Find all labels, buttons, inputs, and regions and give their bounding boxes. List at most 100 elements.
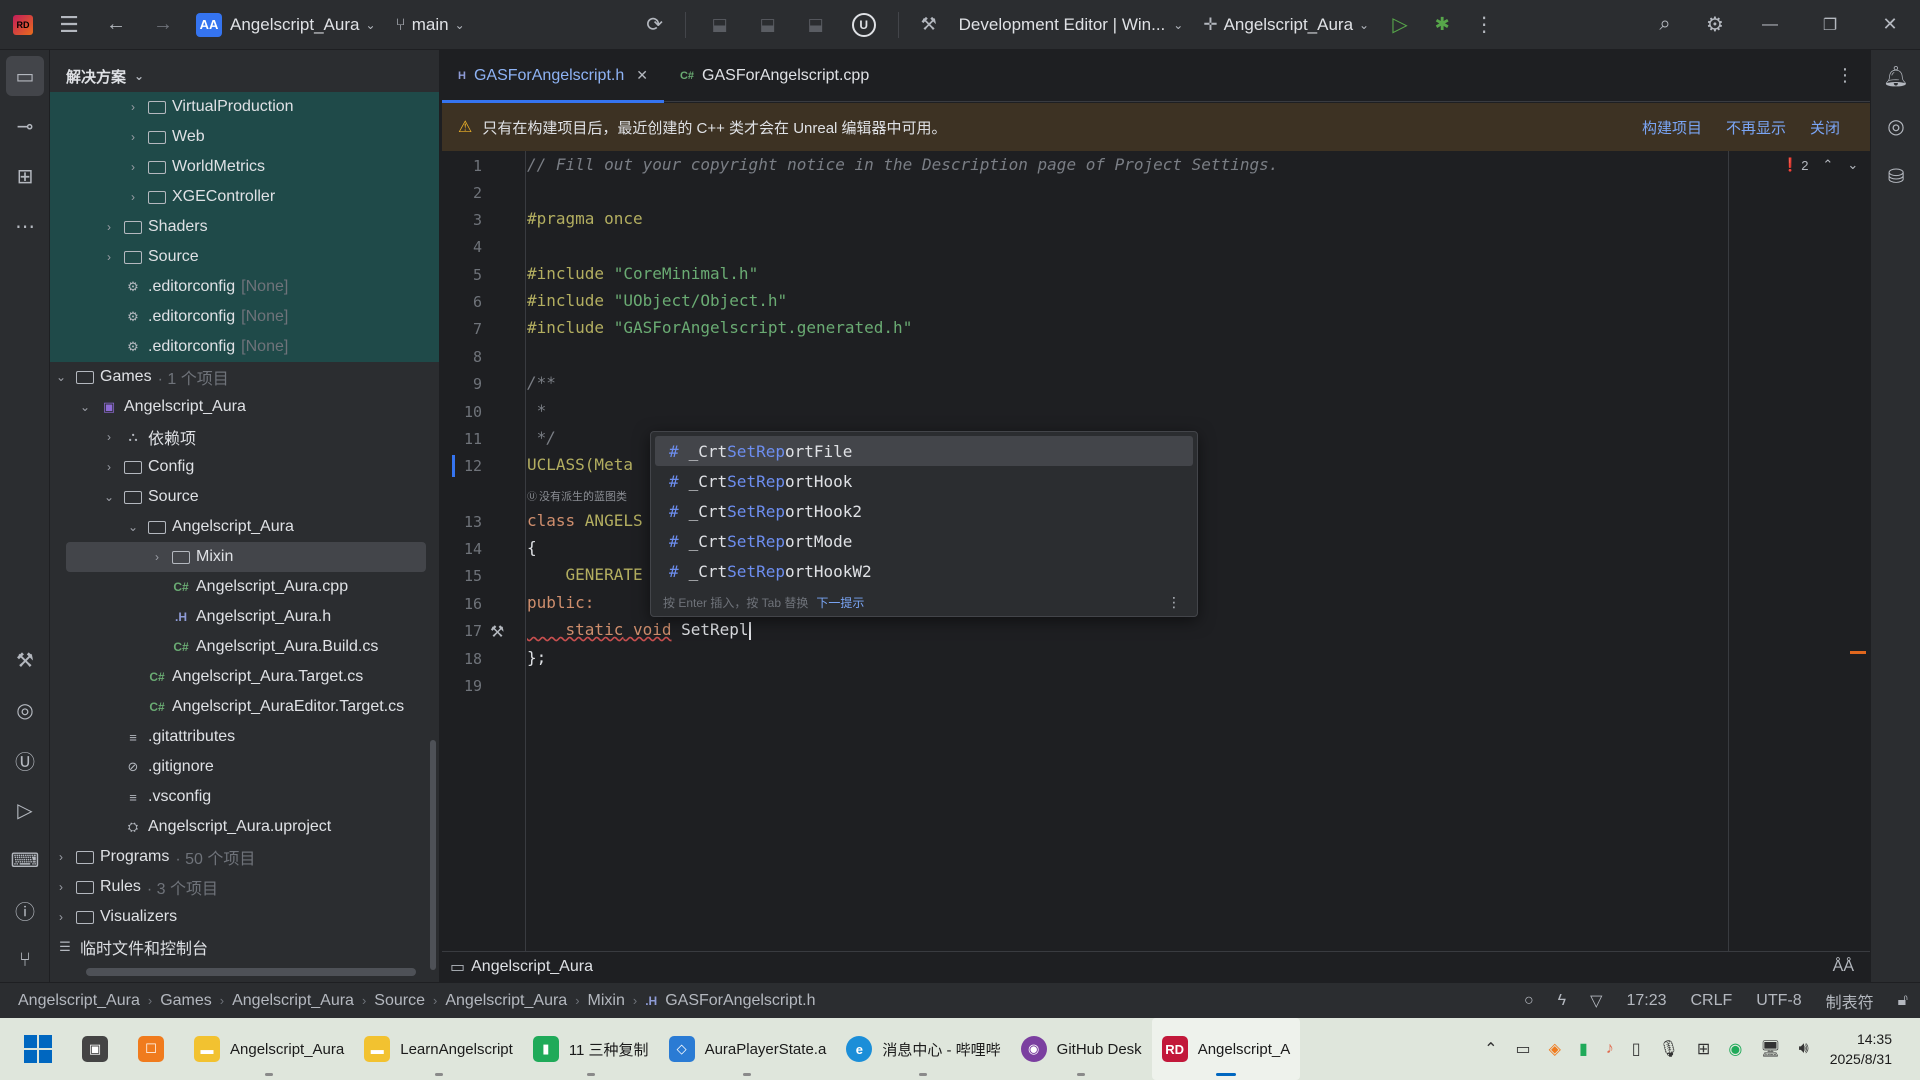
tray-app-icon[interactable]: ⊞ — [1697, 1039, 1710, 1059]
tree-item[interactable]: ⊘ .gitignore — [50, 752, 439, 782]
horizontal-scrollbar[interactable] — [86, 968, 416, 976]
folder-icon[interactable]: ▭ — [6, 56, 44, 96]
tree-item[interactable]: C# Angelscript_AuraEditor.Target.cs — [50, 692, 439, 722]
terminal-icon[interactable]: ⌨ — [0, 840, 50, 880]
run-tool-icon[interactable]: ▷ — [0, 790, 50, 830]
taskbar-app[interactable]: ▮ 11 三种复制 — [523, 1018, 659, 1080]
filter-icon[interactable]: ▽ — [1590, 991, 1602, 1011]
structure-icon[interactable]: ⊞ — [0, 156, 50, 196]
breadcrumb-item[interactable]: Angelscript_Aura — [18, 992, 140, 1010]
build-tool-icon[interactable]: ⚒ — [909, 0, 949, 50]
run-icon[interactable]: ▷ — [1379, 0, 1421, 50]
tree-item[interactable]: .H Angelscript_Aura.h — [50, 602, 439, 632]
tree-item[interactable]: › Visualizers — [50, 902, 439, 932]
close-tab-icon[interactable]: ✕ — [636, 67, 648, 84]
config-selector[interactable]: Development Editor | Win... ⌄ — [949, 0, 1194, 50]
notifications-icon[interactable]: 🔔︎ — [1871, 56, 1920, 96]
tree-item[interactable]: ⛭ Angelscript_Aura.uproject — [50, 812, 439, 842]
taskbar-app[interactable]: ▬ LearnAngelscript — [354, 1018, 523, 1080]
tree-item[interactable]: ≡ .vsconfig — [50, 782, 439, 812]
taskbar-app[interactable]: ◇ AuraPlayerState.a — [659, 1018, 837, 1080]
debug-icon[interactable]: ✱ — [1421, 0, 1463, 50]
ai-assistant-icon[interactable]: ◎ — [1871, 106, 1920, 146]
build-project-link[interactable]: 构建项目 — [1642, 117, 1702, 138]
inspection-widget[interactable]: ❗ 2 ⌃ ⌄ — [1782, 157, 1858, 173]
git-icon[interactable]: ⑂ — [0, 940, 50, 980]
microphone-icon[interactable]: 🎙︎ — [1659, 1039, 1679, 1059]
completion-item[interactable]: # _Crt SetRep ortHookW2 — [655, 556, 1193, 586]
vertical-scrollbar[interactable] — [430, 740, 436, 970]
tree-item[interactable]: ⌄ Angelscript_Aura — [50, 512, 439, 542]
language-service-icon[interactable]: ϟ — [1558, 992, 1566, 1010]
search-icon[interactable]: ⌕ — [1640, 0, 1690, 50]
problems-icon[interactable]: ⓘ — [0, 890, 50, 930]
tab-options-icon[interactable]: ⋮ — [1820, 50, 1870, 102]
refresh-icon[interactable]: ⟳ — [635, 0, 675, 50]
database-icon[interactable]: ⛁ — [1871, 156, 1920, 196]
clock[interactable]: 14:35 2025/8/31 — [1830, 1029, 1892, 1069]
tree-item[interactable]: › Programs · 50 个项目 — [50, 842, 439, 872]
editor-footer-label[interactable]: Angelscript_Aura — [471, 958, 593, 976]
chevron-up-icon[interactable]: ⌃ — [1484, 1039, 1497, 1059]
completion-item[interactable]: # _Crt SetRep ortMode — [655, 526, 1193, 556]
tree-item[interactable]: ⚙ .editorconfig [None] — [50, 302, 439, 332]
tab-header-file[interactable]: H GASForAngelscript.h ✕ — [442, 50, 664, 103]
file-encoding[interactable]: UTF-8 — [1756, 992, 1801, 1010]
rebuild-icon[interactable]: ⬓ — [744, 0, 792, 50]
rider-logo-icon[interactable]: RD — [0, 0, 46, 50]
dont-show-again-link[interactable]: 不再显示 — [1726, 117, 1786, 138]
task-view-button[interactable]: ▣ — [72, 1018, 128, 1080]
breadcrumb-item[interactable]: Mixin — [588, 992, 625, 1010]
breadcrumb-item[interactable]: Angelscript_Aura — [232, 992, 354, 1010]
tree-item[interactable]: ⌄ ▣ Angelscript_Aura — [50, 392, 439, 422]
completion-item[interactable]: # _Crt SetRep ortFile — [655, 436, 1193, 466]
tree-item[interactable]: › WorldMetrics — [50, 152, 439, 182]
breadcrumb-item[interactable]: Games — [160, 992, 212, 1010]
taskbar-app[interactable]: ▬ Angelscript_Aura — [184, 1018, 354, 1080]
lock-icon[interactable]: 🔓︎ — [1898, 992, 1908, 1010]
build-icon[interactable]: ⬓ — [696, 0, 744, 50]
next-tip-link[interactable]: 下一提示 — [816, 594, 864, 611]
tree-item[interactable]: C# Angelscript_Aura.Target.cs — [50, 662, 439, 692]
breadcrumb-item[interactable]: GASForAngelscript.h — [665, 992, 815, 1010]
completion-item[interactable]: # _Crt SetRep ortHook2 — [655, 496, 1193, 526]
tray-app-icon[interactable]: ▮ — [1579, 1039, 1588, 1059]
tree-item[interactable]: › Source — [50, 242, 439, 272]
status-circle-icon[interactable]: ○ — [1524, 992, 1534, 1010]
commit-icon[interactable]: ⊸ — [0, 106, 50, 146]
minimize-button[interactable]: — — [1740, 0, 1800, 50]
tree-item[interactable]: ≡ .gitattributes — [50, 722, 439, 752]
widgets-button[interactable]: ☐ — [128, 1018, 184, 1080]
tray-app-icon[interactable]: ◈ — [1549, 1039, 1561, 1059]
tree-item[interactable]: › VirtualProduction — [50, 92, 439, 122]
taskbar-app-active[interactable]: RD Angelscript_A — [1151, 1018, 1301, 1080]
taskbar-app[interactable]: e 消息中心 - 哔哩哔 — [836, 1018, 1010, 1080]
run-target-selector[interactable]: ✛ Angelscript_Aura ⌄ — [1193, 0, 1379, 50]
usb-icon[interactable]: ▯ — [1632, 1039, 1641, 1059]
more-tools-icon[interactable]: ⋯ — [0, 206, 50, 246]
cursor-position[interactable]: 17:23 — [1626, 992, 1666, 1010]
code-vision-hint[interactable]: Ⓤ 没有派生的蓝图类 — [527, 488, 627, 504]
tray-audio-icon[interactable]: ♪ — [1606, 1040, 1614, 1058]
main-menu-icon[interactable]: ☰ — [46, 0, 92, 50]
tree-item[interactable]: › Web — [50, 122, 439, 152]
more-icon[interactable]: ⋮ — [1463, 0, 1505, 50]
tree-item[interactable]: ⚙ .editorconfig [None] — [50, 272, 439, 302]
tree-item[interactable]: ☰ 临时文件和控制台 — [50, 932, 439, 962]
unreal-tool-icon[interactable]: Ⓤ — [0, 740, 50, 780]
tree-item[interactable]: ⚙ .editorconfig [None] — [50, 332, 439, 362]
network-icon[interactable]: 🖥︎ — [1760, 1039, 1780, 1059]
clean-icon[interactable]: ⬓ — [792, 0, 840, 50]
taskbar-app[interactable]: ◉ GitHub Desk — [1011, 1018, 1152, 1080]
indent-style[interactable]: 制表符 — [1826, 989, 1874, 1013]
back-icon[interactable]: ← — [92, 0, 140, 50]
start-button[interactable] — [0, 1018, 62, 1080]
unreal-icon[interactable]: U — [840, 0, 888, 50]
font-size-icon[interactable]: ÅÅ — [1833, 958, 1854, 976]
build-tool-icon[interactable]: ⚒ — [0, 640, 50, 680]
tree-item[interactable]: C# Angelscript_Aura.Build.cs — [50, 632, 439, 662]
services-icon[interactable]: ◎ — [0, 690, 50, 730]
more-icon[interactable]: ⋮ — [1167, 594, 1181, 611]
volume-icon[interactable]: 🔊︎ — [1799, 1040, 1809, 1058]
tree-item[interactable]: › Rules · 3 个项目 — [50, 872, 439, 902]
